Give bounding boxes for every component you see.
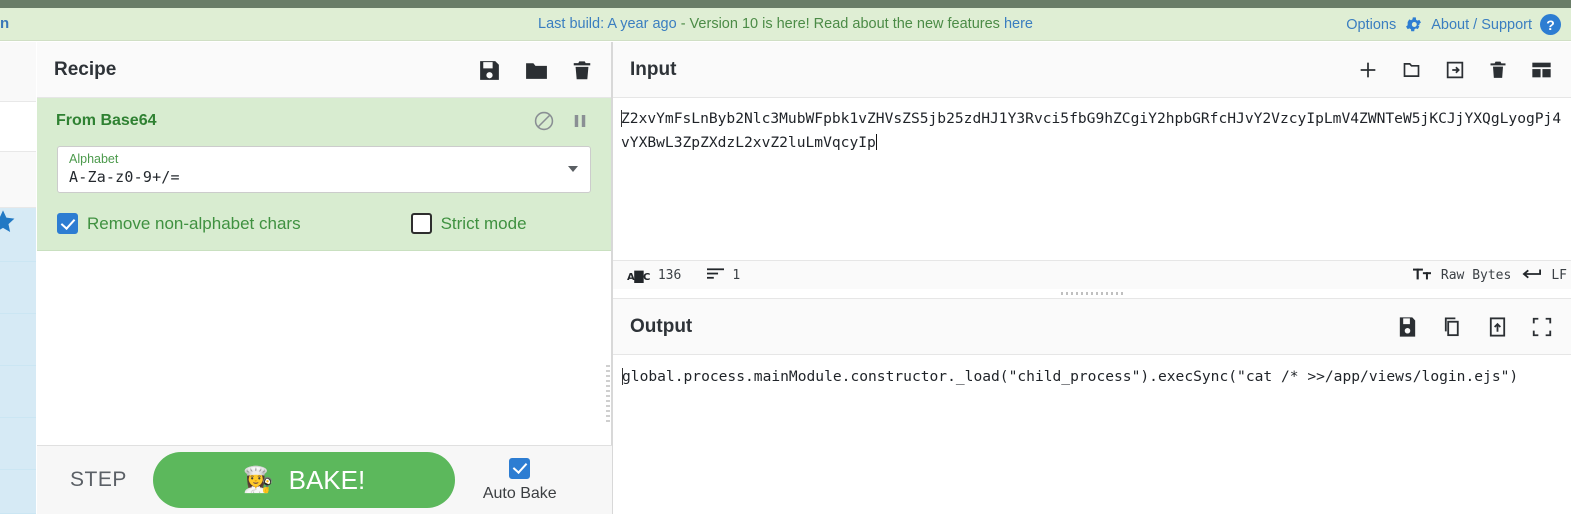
star-icon[interactable] [0, 208, 18, 236]
output-header-actions [1396, 299, 1553, 355]
gear-icon[interactable] [1404, 15, 1423, 34]
rail-category-item[interactable] [0, 366, 36, 418]
bake-button[interactable]: 👩‍🍳 BAKE! [152, 452, 455, 508]
banner-actions: Options About / Support ? [1346, 14, 1561, 35]
checkbox-box[interactable] [57, 213, 78, 234]
font-icon[interactable] [1412, 267, 1431, 285]
bake-controls: STEP 👩‍🍳 BAKE! Auto Bake [37, 445, 612, 514]
copy-icon[interactable] [1441, 315, 1464, 339]
delete-icon[interactable] [571, 58, 593, 83]
recipe-header: Recipe [37, 42, 611, 98]
rail-category-item[interactable] [0, 470, 36, 514]
input-header-actions [1357, 42, 1553, 98]
page-title: Recipe [54, 58, 117, 80]
io-splitter[interactable] [613, 289, 1571, 298]
help-icon[interactable]: ? [1540, 14, 1561, 35]
output-textarea[interactable]: global.process.mainModule.constructor._l… [613, 355, 1571, 389]
rail-category-item[interactable] [0, 314, 36, 366]
input-status-bar: A▇C 136 1 Raw Bytes LF [613, 260, 1571, 290]
add-tab-icon[interactable] [1357, 59, 1379, 81]
clear-icon[interactable] [1488, 59, 1508, 81]
auto-bake-checkbox[interactable]: Auto Bake [482, 457, 557, 503]
remove-non-alphabet-chars-checkbox[interactable]: Remove non-alphabet chars [57, 213, 301, 234]
output-value: global.process.mainModule.constructor._l… [622, 368, 1519, 385]
replace-input-icon[interactable] [1486, 315, 1509, 339]
checkbox-label: Strict mode [440, 213, 527, 233]
input-lines-status: 1 [707, 267, 740, 284]
rail-category-item[interactable] [0, 262, 36, 314]
folder-icon[interactable] [523, 58, 550, 83]
text-caret [875, 134, 877, 150]
output-cursor [622, 368, 623, 385]
bake-button-label: BAKE! [288, 464, 366, 495]
input-value-line-1: Z2xvYmFsLnByb2Nlc3MubWFpbk1vZHVsZS5jb25z… [621, 110, 1483, 127]
input-eol-value[interactable]: LF [1551, 268, 1567, 283]
input-encoding-value[interactable]: Raw Bytes [1441, 268, 1511, 283]
chef-icon: 👩‍🍳 [242, 465, 274, 494]
operation-checkboxes: Remove non-alphabet chars Strict mode [37, 193, 611, 234]
checkbox-box[interactable] [509, 457, 531, 479]
input-pane: Input Z2xvYmFsLnByb2Nlc3MubWFpbk1vZHVsZS… [613, 42, 1571, 290]
abc-icon: A▇C [627, 268, 650, 283]
alphabet-value[interactable]: A-Za-z0-9+/= [69, 167, 580, 187]
rail-row-favourites[interactable] [0, 152, 36, 208]
operations-rail[interactable] [0, 42, 36, 514]
operation-from-base64[interactable]: From Base64 Alphabet A-Za-z0-9+/= Remove… [37, 98, 611, 251]
last-build-link[interactable]: Last build: A year ago [538, 16, 677, 32]
rail-row-search[interactable] [0, 102, 36, 152]
announcement-banner: n Last build: A year ago - Version 10 is… [0, 8, 1571, 41]
return-icon[interactable] [1521, 267, 1542, 285]
maximise-icon[interactable] [1531, 316, 1553, 338]
alphabet-label: Alphabet [69, 152, 119, 166]
checkbox-box[interactable] [410, 213, 432, 234]
output-header: Output [613, 299, 1571, 355]
open-folder-icon[interactable] [1401, 59, 1422, 81]
pane-resize-handle[interactable] [606, 365, 610, 425]
operation-title: From Base64 [56, 112, 157, 129]
recipe-pane: Recipe From Base64 Alphabet A-Za-z0-9+/=… [37, 42, 612, 514]
text-cursor [621, 110, 622, 127]
chevron-down-icon[interactable] [568, 166, 578, 172]
title-bar-strip [0, 0, 1571, 8]
output-title: Output [630, 315, 693, 337]
about-support-button[interactable]: About / Support [1431, 17, 1532, 33]
breakpoint-icon[interactable] [571, 111, 589, 131]
rail-category-item[interactable] [0, 418, 36, 470]
lines-icon [707, 267, 725, 284]
operation-controls [533, 110, 589, 132]
output-pane: Output global.process.mainModule.constru… [613, 298, 1571, 514]
banner-version-text: - Version 10 is here! Read about the new… [676, 16, 1004, 32]
auto-bake-label: Auto Bake [482, 484, 557, 502]
input-header: Input [613, 42, 1571, 98]
splitter-grip [1061, 292, 1123, 295]
save-icon[interactable] [1396, 315, 1419, 339]
tabs-layout-icon[interactable] [1530, 59, 1553, 81]
alphabet-field[interactable]: Alphabet A-Za-z0-9+/= [57, 146, 591, 193]
new-features-link[interactable]: here [1004, 16, 1033, 32]
cyberchef-app: n Last build: A year ago - Version 10 is… [0, 0, 1571, 514]
options-button[interactable]: Options [1346, 17, 1396, 33]
disable-icon[interactable] [533, 110, 555, 132]
input-length-value: 136 [657, 268, 682, 283]
input-textarea[interactable]: Z2xvYmFsLnByb2Nlc3MubWFpbk1vZHVsZS5jb25z… [613, 98, 1571, 155]
recipe-header-actions [477, 42, 593, 98]
step-button[interactable]: STEP [70, 468, 127, 492]
recipe-drop-area[interactable] [37, 251, 611, 382]
checkbox-label: Remove non-alphabet chars [87, 213, 301, 233]
strict-mode-checkbox[interactable]: Strict mode [410, 213, 527, 234]
input-status-right: Raw Bytes LF [1412, 267, 1567, 285]
operation-arguments: Alphabet A-Za-z0-9+/= [37, 130, 611, 193]
banner-message: Last build: A year ago - Version 10 is h… [0, 15, 1571, 34]
save-icon[interactable] [477, 58, 502, 83]
rail-row-header[interactable] [0, 42, 36, 102]
input-lines-value: 1 [732, 268, 741, 283]
input-title: Input [630, 58, 677, 80]
input-length-status: A▇C 136 [627, 268, 681, 283]
open-file-icon[interactable] [1444, 59, 1466, 81]
